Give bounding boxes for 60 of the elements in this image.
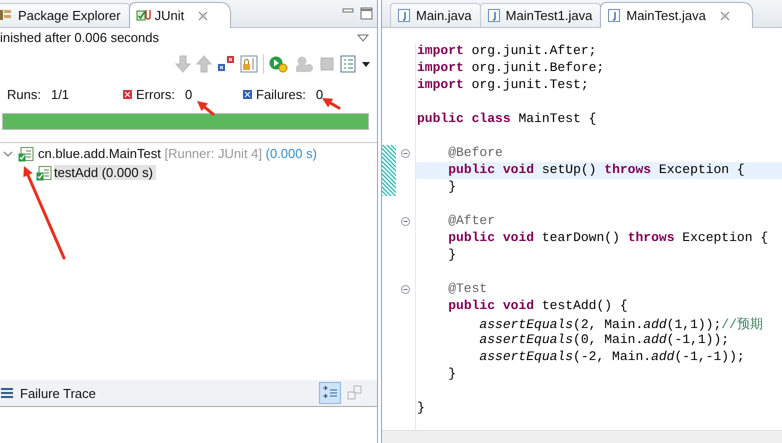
code-line: import org.junit.Test; [417, 77, 589, 92]
list-icon [0, 387, 14, 399]
failures-count: 0 [316, 86, 324, 102]
code-line: } [447, 366, 456, 381]
dropdown-caret-icon[interactable] [361, 59, 371, 69]
status-message: inished after 0.006 seconds [0, 30, 159, 45]
code-line: assertEquals(-2, Main.add(-1,-1)); [478, 349, 745, 364]
collapse-icon[interactable] [401, 149, 410, 158]
close-icon[interactable] [720, 10, 730, 20]
failure-icon [243, 90, 252, 98]
error-boxes-icon[interactable] [217, 55, 235, 73]
error-icon [123, 90, 132, 98]
filter-trace-icon[interactable] [319, 382, 341, 404]
annotation-line: @Test [447, 281, 488, 296]
test-class-label: cn.blue.add.MainTest [Runner: JUnit 4] (0.000 s) [38, 146, 317, 161]
view-menu-icon[interactable] [357, 32, 369, 42]
test-method-label: testAdd (0.000 s) [54, 165, 156, 180]
code-line: import org.junit.Before; [417, 60, 604, 75]
collapse-icon[interactable] [401, 285, 410, 294]
errors-label: Errors: [136, 86, 175, 102]
test-suite-icon [18, 146, 34, 162]
java-file-icon [486, 8, 502, 23]
file-tab[interactable]: Main.java [390, 3, 481, 27]
java-file-icon [397, 8, 412, 23]
rerun-icon[interactable] [269, 55, 289, 73]
test-case-icon [36, 164, 52, 180]
horizontal-scrollbar[interactable] [382, 430, 782, 443]
lock-icon[interactable] [240, 55, 258, 73]
code-line: public void setUp() throws Exception { [447, 162, 745, 177]
code-line: } [447, 179, 456, 194]
code-line: assertEquals(0, Main.add(-1,1)); [478, 332, 730, 347]
code-line: } [447, 247, 456, 262]
collapse-icon[interactable] [401, 217, 410, 226]
runs-count: 1/1 [50, 86, 70, 102]
annotation-line: @Before [447, 145, 503, 160]
java-file-icon [607, 8, 622, 23]
code-line: } [417, 400, 425, 415]
tree-item[interactable]: testAdd (0.000 s) [0, 163, 377, 182]
file-tab[interactable]: JUnit [128, 2, 232, 28]
file-tab[interactable]: Package Explorer [0, 3, 130, 27]
annotation-line: @After [447, 213, 496, 228]
close-icon[interactable] [198, 10, 208, 20]
runs-label: Runs: [7, 86, 41, 102]
tree-item[interactable]: cn.blue.add.MainTest [Runner: JUnit 4] (0.000 s) [0, 144, 377, 163]
file-tab[interactable]: MainTest.java [600, 2, 753, 28]
annotation-arrow [322, 98, 340, 110]
annotation-arrow [197, 101, 214, 116]
code-line: public class MainTest { [417, 111, 596, 126]
errors-count: 0 [185, 86, 192, 102]
package-icon [0, 8, 14, 23]
failures-label: Failures: [256, 86, 306, 102]
code-line: public void testAdd() { [447, 298, 628, 313]
code-line: import org.junit.After; [417, 43, 596, 58]
code-comment: //预期 [721, 317, 763, 332]
code-line: assertEquals(2, Main.add(1,1)); [478, 317, 722, 332]
code-line: public void tearDown() throws Exception { [447, 230, 768, 245]
history-list-icon[interactable] [340, 55, 356, 73]
panel-title: Failure Trace [20, 386, 96, 400]
junit-icon [136, 8, 151, 23]
file-tab[interactable]: MainTest1.java [480, 3, 602, 27]
